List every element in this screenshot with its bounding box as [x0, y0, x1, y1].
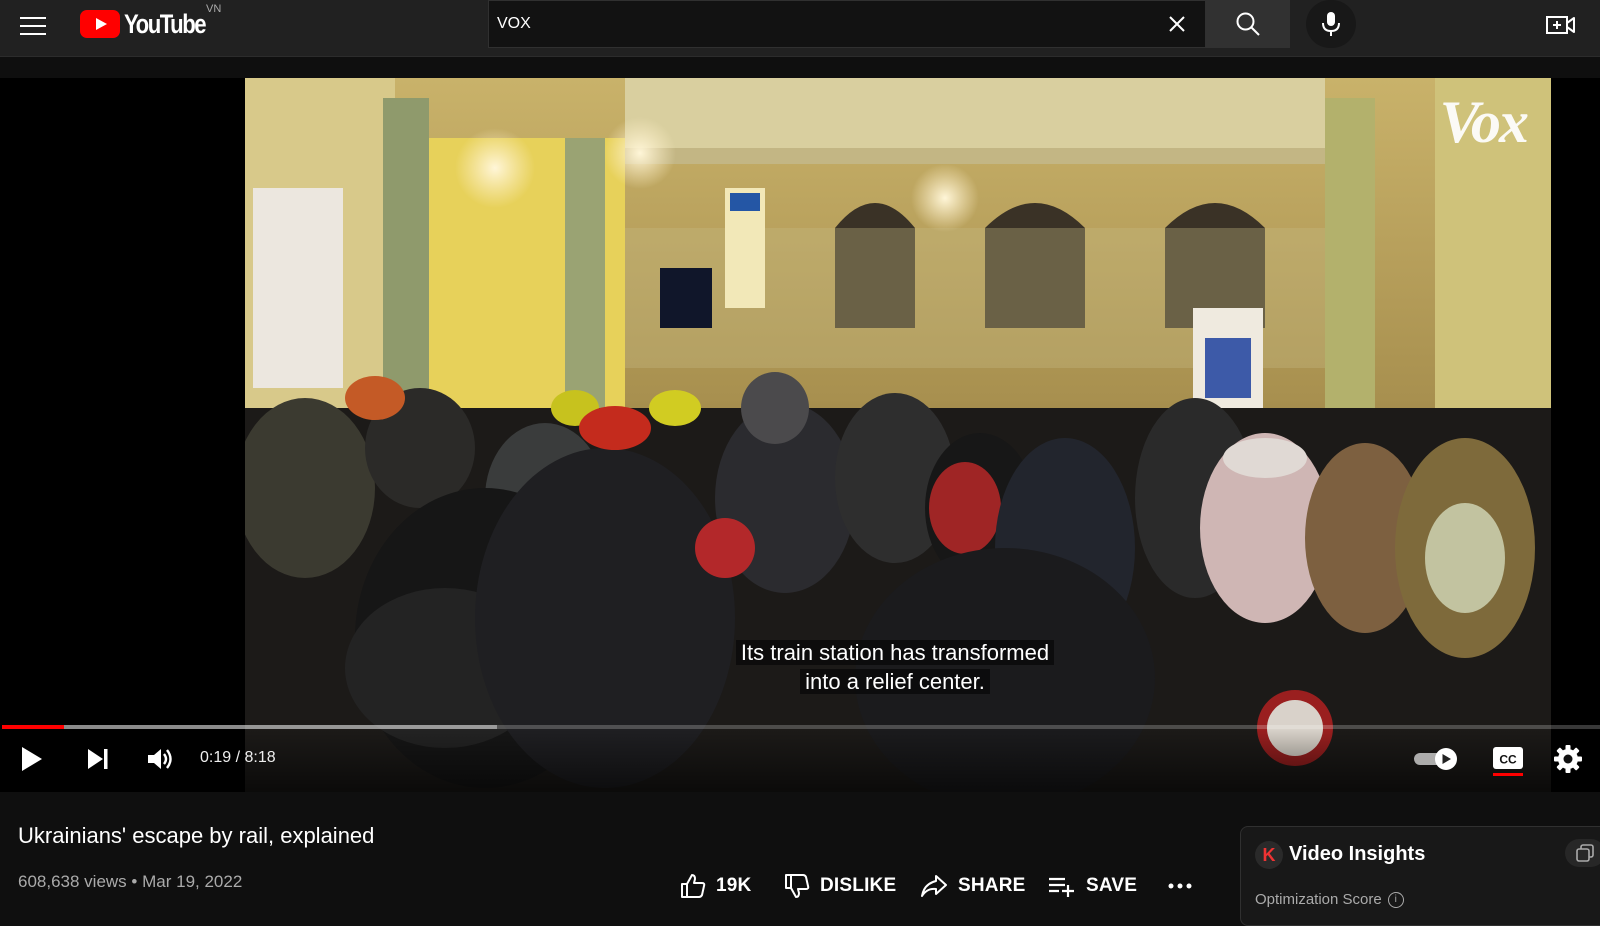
settings-button[interactable] [1550, 741, 1586, 777]
skip-next-icon [88, 749, 108, 769]
like-button[interactable]: 19K [680, 870, 751, 902]
meta-separator: • [131, 872, 138, 891]
video-meta: 608,638 views • Mar 19, 2022 [18, 872, 242, 892]
youtube-logo[interactable]: YouTube VN [80, 3, 223, 39]
search-box [488, 0, 1206, 48]
gear-icon [1554, 745, 1582, 773]
optimization-score-text: Optimization Score [1255, 891, 1382, 908]
copy-button[interactable] [1565, 839, 1600, 867]
search-button[interactable] [1206, 0, 1290, 48]
closed-captions-icon: CC [1493, 747, 1523, 776]
clear-search-button[interactable] [1163, 10, 1191, 38]
dislike-button[interactable]: DISLIKE [784, 870, 896, 902]
save-label: SAVE [1086, 875, 1138, 896]
playlist-add-icon [1049, 877, 1074, 897]
copy-icon [1576, 844, 1594, 862]
more-actions-button[interactable] [1168, 870, 1192, 902]
share-icon [921, 875, 947, 897]
share-label: SHARE [958, 875, 1026, 896]
thumbs-down-icon [785, 874, 810, 898]
country-code: VN [206, 3, 222, 15]
create-button[interactable] [1544, 8, 1578, 42]
captions-button[interactable]: CC [1488, 741, 1528, 777]
info-icon[interactable]: i [1387, 892, 1404, 909]
caption-line-1: Its train station has transformed [735, 640, 1055, 665]
search-input[interactable] [497, 1, 1137, 47]
like-count: 19K [716, 875, 752, 896]
close-icon [1169, 16, 1185, 32]
vox-watermark: Vox [1439, 89, 1529, 155]
search-icon [1236, 12, 1260, 36]
autoplay-toggle[interactable] [1412, 741, 1462, 777]
hamburger-icon [20, 17, 46, 35]
voice-search-button[interactable] [1306, 0, 1356, 48]
view-count: 608,638 views [18, 872, 127, 891]
video-insights-panel: K Video Insights Optimization Score i [1240, 826, 1600, 926]
insights-title: Video Insights [1289, 843, 1426, 865]
video-player[interactable]: Vox Its train station has transformed in… [0, 78, 1600, 792]
more-horizontal-icon [1168, 883, 1192, 889]
youtube-play-icon [80, 10, 120, 38]
video-title: Ukrainians' escape by rail, explained [18, 823, 375, 848]
player-controls: 0:19 / 8:18 CC [0, 729, 1600, 792]
mute-button[interactable] [142, 741, 178, 777]
masthead: YouTube VN [0, 0, 1600, 57]
share-button[interactable]: SHARE [920, 870, 1026, 902]
subtitle-caption: Its train station has transformed into a… [714, 638, 1076, 696]
thumbs-up-icon [681, 874, 706, 898]
video-add-icon [1546, 16, 1575, 34]
insights-logo: K [1255, 841, 1283, 869]
autoplay-toggle-icon [1414, 748, 1457, 770]
publish-date: Mar 19, 2022 [142, 872, 243, 891]
dislike-label: DISLIKE [820, 875, 897, 896]
logo-wordmark: YouTube [124, 8, 207, 39]
microphone-icon [1322, 12, 1340, 36]
next-button[interactable] [80, 741, 116, 777]
caption-line-2: into a relief center. [800, 669, 990, 694]
play-button[interactable] [14, 741, 50, 777]
optimization-score-label: Optimization Score i [1255, 891, 1404, 909]
save-button[interactable]: SAVE [1048, 870, 1137, 902]
play-icon [22, 747, 42, 771]
menu-button[interactable] [14, 7, 52, 45]
volume-icon [148, 749, 172, 769]
svg-text:CC: CC [1499, 753, 1517, 767]
time-display: 0:19 / 8:18 [200, 749, 276, 766]
